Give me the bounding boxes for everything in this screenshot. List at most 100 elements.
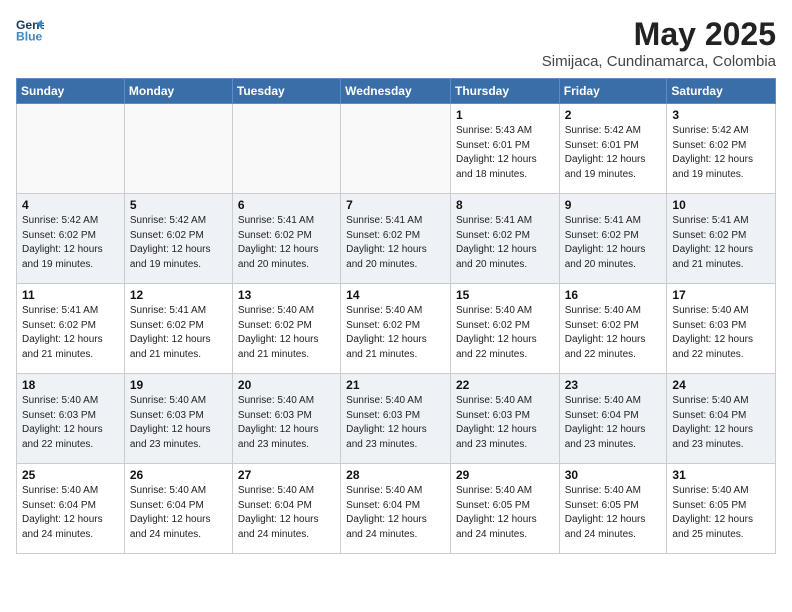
day-number: 11 (22, 288, 119, 302)
day-number: 15 (456, 288, 554, 302)
calendar-cell: 8 Sunrise: 5:41 AM Sunset: 6:02 PM Daylig… (450, 194, 559, 284)
day-info: Sunrise: 5:41 AM Sunset: 6:02 PM Dayligh… (346, 214, 445, 272)
calendar-cell: 5Sunrise: 5:42 AM Sunset: 6:02 PM Daylig… (124, 194, 232, 284)
calendar-cell: 16 Sunrise: 5:40 AM Sunset: 6:02 PM Dayli… (559, 284, 667, 374)
calendar-cell: 28 Sunrise: 5:40 AM Sunset: 6:04 PM Dayli… (341, 464, 451, 554)
day-number: 17 (672, 288, 770, 302)
day-info: Sunrise: 5:41 AM Sunset: 6:02 PM Dayligh… (238, 214, 335, 272)
day-number: 21 (346, 378, 445, 392)
day-number: 18 (22, 378, 119, 392)
calendar-cell: 30 Sunrise: 5:40 AM Sunset: 6:05 PM Dayli… (559, 464, 667, 554)
day-number: 10 (672, 198, 770, 212)
day-info: Sunrise: 5:40 AM Sunset: 6:03 PM Dayligh… (672, 304, 770, 362)
day-number: 20 (238, 378, 335, 392)
calendar-cell (341, 104, 451, 194)
logo-icon: General Blue (16, 16, 44, 44)
calendar-cell: 21Sunrise: 5:40 AM Sunset: 6:03 PM Dayli… (341, 374, 451, 464)
day-info: Sunrise: 5:40 AM Sunset: 6:02 PM Dayligh… (565, 304, 662, 362)
calendar-cell: 3 Sunrise: 5:42 AM Sunset: 6:02 PM Daylig… (667, 104, 776, 194)
day-info: Sunrise: 5:41 AM Sunset: 6:02 PM Dayligh… (456, 214, 554, 272)
logo: General Blue (16, 16, 44, 44)
day-number: 12 (130, 288, 227, 302)
day-info: Sunrise: 5:43 AM Sunset: 6:01 PM Dayligh… (456, 124, 554, 182)
day-info: Sunrise: 5:41 AM Sunset: 6:02 PM Dayligh… (672, 214, 770, 272)
day-number: 4 (22, 198, 119, 212)
calendar-cell: 7Sunrise: 5:41 AM Sunset: 6:02 PM Daylig… (341, 194, 451, 284)
day-number: 19 (130, 378, 227, 392)
weekday-header-friday: Friday (559, 79, 667, 104)
calendar-cell: 24 Sunrise: 5:40 AM Sunset: 6:04 PM Dayli… (667, 374, 776, 464)
day-info: Sunrise: 5:40 AM Sunset: 6:03 PM Dayligh… (238, 394, 335, 452)
calendar-week-row: 18 Sunrise: 5:40 AM Sunset: 6:03 PM Dayli… (17, 374, 776, 464)
calendar-cell: 22 Sunrise: 5:40 AM Sunset: 6:03 PM Dayli… (450, 374, 559, 464)
day-info: Sunrise: 5:40 AM Sunset: 6:04 PM Dayligh… (346, 484, 445, 542)
day-info: Sunrise: 5:40 AM Sunset: 6:05 PM Dayligh… (565, 484, 662, 542)
day-info: Sunrise: 5:40 AM Sunset: 6:04 PM Dayligh… (672, 394, 770, 452)
day-info: Sunrise: 5:41 AM Sunset: 6:02 PM Dayligh… (22, 304, 119, 362)
calendar-body: 1 Sunrise: 5:43 AM Sunset: 6:01 PM Daylig… (17, 104, 776, 554)
day-number: 14 (346, 288, 445, 302)
calendar-cell (232, 104, 340, 194)
day-number: 5 (130, 198, 227, 212)
calendar-cell: 27 Sunrise: 5:40 AM Sunset: 6:04 PM Dayli… (232, 464, 340, 554)
calendar-table: SundayMondayTuesdayWednesdayThursdayFrid… (16, 78, 776, 554)
calendar-cell (124, 104, 232, 194)
day-number: 3 (672, 108, 770, 122)
day-info: Sunrise: 5:40 AM Sunset: 6:04 PM Dayligh… (130, 484, 227, 542)
day-number: 28 (346, 468, 445, 482)
day-info: Sunrise: 5:40 AM Sunset: 6:04 PM Dayligh… (22, 484, 119, 542)
weekday-header-monday: Monday (124, 79, 232, 104)
calendar-cell: 2 Sunrise: 5:42 AM Sunset: 6:01 PM Daylig… (559, 104, 667, 194)
day-number: 29 (456, 468, 554, 482)
calendar-cell: 15 Sunrise: 5:40 AM Sunset: 6:02 PM Dayli… (450, 284, 559, 374)
day-number: 27 (238, 468, 335, 482)
svg-text:Blue: Blue (16, 29, 43, 43)
calendar-cell: 4 Sunrise: 5:42 AM Sunset: 6:02 PM Daylig… (17, 194, 125, 284)
day-number: 1 (456, 108, 554, 122)
title-area: May 2025 Simijaca, Cundinamarca, Colombi… (542, 16, 776, 70)
day-number: 8 (456, 198, 554, 212)
day-info: Sunrise: 5:40 AM Sunset: 6:04 PM Dayligh… (565, 394, 662, 452)
calendar-cell: 9Sunrise: 5:41 AM Sunset: 6:02 PM Daylig… (559, 194, 667, 284)
day-info: Sunrise: 5:40 AM Sunset: 6:04 PM Dayligh… (238, 484, 335, 542)
weekday-header-wednesday: Wednesday (341, 79, 451, 104)
day-number: 25 (22, 468, 119, 482)
day-info: Sunrise: 5:42 AM Sunset: 6:02 PM Dayligh… (672, 124, 770, 182)
day-info: Sunrise: 5:40 AM Sunset: 6:02 PM Dayligh… (346, 304, 445, 362)
calendar-cell: 1 Sunrise: 5:43 AM Sunset: 6:01 PM Daylig… (450, 104, 559, 194)
day-info: Sunrise: 5:41 AM Sunset: 6:02 PM Dayligh… (565, 214, 662, 272)
day-info: Sunrise: 5:42 AM Sunset: 6:01 PM Dayligh… (565, 124, 662, 182)
day-info: Sunrise: 5:40 AM Sunset: 6:05 PM Dayligh… (672, 484, 770, 542)
calendar-cell: 20 Sunrise: 5:40 AM Sunset: 6:03 PM Dayli… (232, 374, 340, 464)
day-number: 13 (238, 288, 335, 302)
calendar-cell: 23 Sunrise: 5:40 AM Sunset: 6:04 PM Dayli… (559, 374, 667, 464)
day-number: 23 (565, 378, 662, 392)
calendar-cell: 14 Sunrise: 5:40 AM Sunset: 6:02 PM Dayli… (341, 284, 451, 374)
calendar-week-row: 11 Sunrise: 5:41 AM Sunset: 6:02 PM Dayli… (17, 284, 776, 374)
calendar-cell: 17 Sunrise: 5:40 AM Sunset: 6:03 PM Dayli… (667, 284, 776, 374)
day-number: 30 (565, 468, 662, 482)
day-info: Sunrise: 5:40 AM Sunset: 6:02 PM Dayligh… (456, 304, 554, 362)
day-number: 24 (672, 378, 770, 392)
month-title: May 2025 (542, 16, 776, 53)
calendar-cell: 29Sunrise: 5:40 AM Sunset: 6:05 PM Dayli… (450, 464, 559, 554)
weekday-header-saturday: Saturday (667, 79, 776, 104)
calendar-cell: 6 Sunrise: 5:41 AM Sunset: 6:02 PM Daylig… (232, 194, 340, 284)
day-info: Sunrise: 5:41 AM Sunset: 6:02 PM Dayligh… (130, 304, 227, 362)
calendar-cell: 19Sunrise: 5:40 AM Sunset: 6:03 PM Dayli… (124, 374, 232, 464)
calendar-cell: 25 Sunrise: 5:40 AM Sunset: 6:04 PM Dayli… (17, 464, 125, 554)
day-info: Sunrise: 5:42 AM Sunset: 6:02 PM Dayligh… (22, 214, 119, 272)
calendar-cell: 18Sunrise: 5:40 AM Sunset: 6:03 PM Dayli… (17, 374, 125, 464)
calendar-cell: 31Sunrise: 5:40 AM Sunset: 6:05 PM Dayli… (667, 464, 776, 554)
day-number: 2 (565, 108, 662, 122)
day-number: 22 (456, 378, 554, 392)
calendar-cell: 11 Sunrise: 5:41 AM Sunset: 6:02 PM Dayli… (17, 284, 125, 374)
calendar-cell: 12 Sunrise: 5:41 AM Sunset: 6:02 PM Dayli… (124, 284, 232, 374)
weekday-header-sunday: Sunday (17, 79, 125, 104)
day-number: 6 (238, 198, 335, 212)
calendar-cell: 26Sunrise: 5:40 AM Sunset: 6:04 PM Dayli… (124, 464, 232, 554)
calendar-week-row: 1 Sunrise: 5:43 AM Sunset: 6:01 PM Daylig… (17, 104, 776, 194)
location-title: Simijaca, Cundinamarca, Colombia (542, 53, 776, 70)
day-info: Sunrise: 5:40 AM Sunset: 6:03 PM Dayligh… (456, 394, 554, 452)
day-number: 16 (565, 288, 662, 302)
